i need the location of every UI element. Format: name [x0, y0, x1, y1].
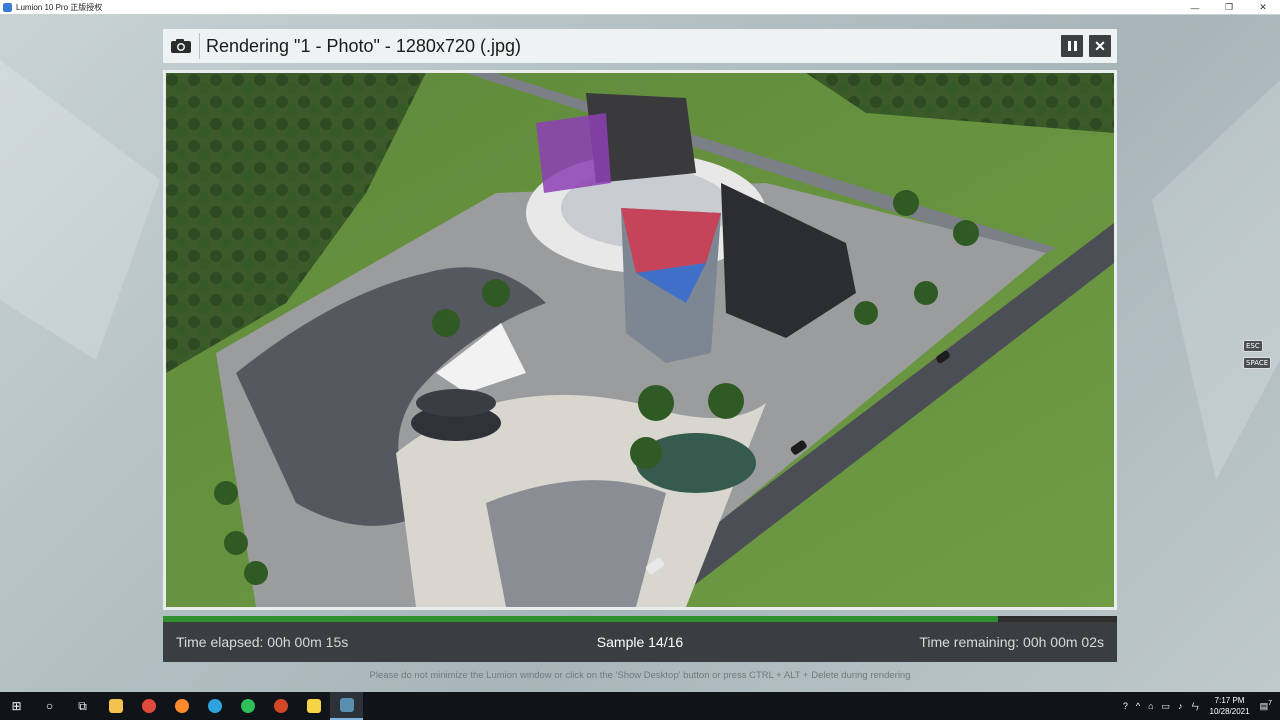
clock-date: 10/28/2021: [1209, 707, 1250, 716]
network-icon[interactable]: ⌂: [1148, 701, 1153, 711]
telegram-icon: [207, 699, 222, 713]
chevron-up-icon[interactable]: ^: [1136, 701, 1140, 711]
render-warning-notice: Please do not minimize the Lumion window…: [369, 670, 911, 681]
header-separator: [199, 33, 200, 59]
pause-button[interactable]: [1061, 35, 1083, 57]
powerpoint-icon: [273, 699, 288, 713]
time-remaining: Time remaining: 00h 00m 02s: [919, 634, 1104, 650]
render-status-bar: Time elapsed: 00h 00m 15s Sample 14/16 T…: [163, 622, 1117, 662]
window-title: Lumion 10 Pro 正版授权: [16, 2, 103, 12]
window-titlebar: Lumion 10 Pro 正版授权 — ❐ ✕: [0, 0, 1280, 15]
whatsapp-icon: [240, 699, 255, 713]
taskbar-powerpoint[interactable]: [264, 692, 297, 720]
clock-time: 7:17 PM: [1214, 696, 1245, 705]
task-view-button[interactable]: ⧉: [66, 692, 99, 720]
taskbar-whatsapp[interactable]: [231, 692, 264, 720]
lumion-icon: [339, 698, 354, 712]
pause-icon: [1066, 41, 1078, 51]
volume-icon[interactable]: ♪: [1178, 701, 1183, 711]
file-explorer-icon: [108, 699, 123, 713]
lumion-app-icon: [3, 2, 12, 12]
taskbar-chrome[interactable]: [132, 692, 165, 720]
ime-icon[interactable]: ㄣ: [1191, 700, 1200, 713]
taskbar-sticky-notes[interactable]: [297, 692, 330, 720]
sticky-notes-icon: [306, 699, 321, 713]
render-preview-image: [163, 70, 1117, 610]
taskbar-firefox[interactable]: [165, 692, 198, 720]
search-icon: ○: [45, 699, 54, 713]
minimize-button[interactable]: —: [1178, 0, 1212, 15]
windows-taskbar: ⊞ ○ ⧉ ? ^ ⌂ ▭ ♪ ㄣ 7:17 PM 10/28/2021 ▤7: [0, 692, 1280, 720]
restore-button[interactable]: ❐: [1212, 0, 1246, 15]
taskbar-file-explorer[interactable]: [99, 692, 132, 720]
rendering-dialog-header: Rendering "1 - Photo" - 1280x720 (.jpg) …: [163, 29, 1117, 63]
taskbar-clock[interactable]: 7:17 PM 10/28/2021: [1210, 695, 1250, 717]
space-key-hint: SPACE: [1243, 357, 1272, 369]
taskbar-lumion[interactable]: [330, 692, 363, 720]
help-icon[interactable]: ?: [1123, 701, 1128, 711]
taskbar-telegram[interactable]: [198, 692, 231, 720]
close-button[interactable]: ✕: [1089, 35, 1111, 57]
window-close-button[interactable]: ✕: [1246, 0, 1280, 15]
windows-icon: ⊞: [11, 699, 22, 713]
close-icon: ✕: [1094, 37, 1106, 54]
background-shape: [1152, 80, 1280, 480]
notification-count: 7: [1268, 700, 1272, 707]
camera-icon: [170, 38, 192, 54]
chrome-icon: [141, 699, 156, 713]
notification-center-icon[interactable]: ▤7: [1260, 700, 1272, 712]
firefox-icon: [174, 699, 189, 713]
search-button[interactable]: ○: [33, 692, 66, 720]
background-shape: [0, 60, 160, 360]
rendering-title: Rendering "1 - Photo" - 1280x720 (.jpg): [206, 35, 521, 56]
task-view-icon: ⧉: [78, 698, 87, 713]
esc-key-hint: ESC: [1243, 340, 1263, 352]
battery-icon[interactable]: ▭: [1162, 701, 1171, 712]
system-tray: ? ^ ⌂ ▭ ♪ ㄣ 7:17 PM 10/28/2021 ▤7: [1119, 692, 1280, 720]
start-button[interactable]: ⊞: [0, 692, 33, 720]
